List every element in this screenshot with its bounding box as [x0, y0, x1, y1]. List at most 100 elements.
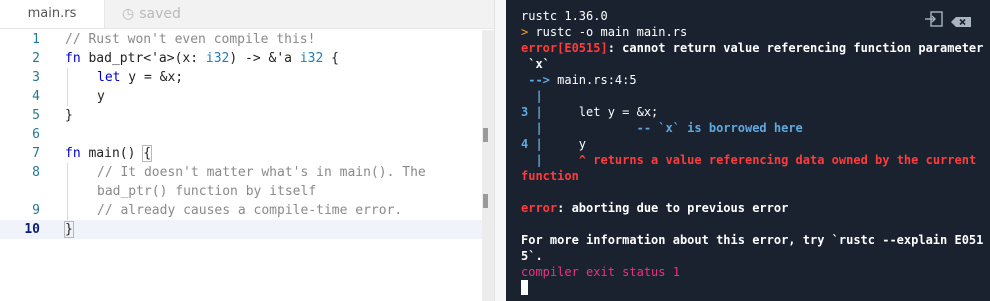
code-token: i32 [299, 51, 324, 66]
exit-icon[interactable] [924, 11, 944, 27]
clear-icon[interactable] [950, 14, 972, 30]
line-number: 7 [32, 146, 40, 161]
terminal-title: rustc 1.36.0 [521, 9, 608, 23]
line-text: bad_ptr() function by itself [97, 182, 316, 201]
terminal-text: --> [521, 73, 558, 87]
terminal-text: main.rs:4:5 [557, 73, 637, 87]
scrollbar-marker [483, 194, 488, 208]
line-number: 3 [32, 70, 40, 85]
pane-resize-handle[interactable] [494, 0, 506, 301]
terminal-line: `x` [521, 56, 550, 72]
line-number: 9 [32, 203, 40, 218]
code-line[interactable]: 9 // already causes a compile-time error. [0, 201, 482, 220]
code-line[interactable]: 1 // Rust won't even compile this! [0, 30, 482, 49]
terminal-line: | [521, 88, 543, 104]
terminal-line: | ^ returns a value referencing data own… [521, 152, 976, 168]
indent-guide [67, 163, 68, 220]
terminal-text: | [521, 121, 543, 135]
code-token: main() [80, 146, 144, 161]
terminal-text: let y = &x; [542, 105, 659, 119]
terminal-line: 4 | y [521, 136, 586, 152]
line-number: 1 [32, 32, 40, 47]
code-editor-pane[interactable]: main.rs ◷ saved 1 // Rust won't even compi… [0, 0, 494, 301]
line-text: fn main() { [65, 144, 153, 163]
line-number: 8 [32, 165, 40, 180]
code-token: fn [65, 146, 81, 161]
line-number: 4 [32, 89, 40, 104]
code-token: } [64, 221, 74, 238]
terminal-text: 4 | [521, 137, 543, 151]
code-line[interactable]: 2 fn bad_ptr<'a>(x: i32) -> &'a i32 { [0, 49, 482, 68]
terminal-line: function [521, 168, 579, 184]
line-text: let y = &x; [97, 68, 183, 87]
line-text: fn bad_ptr<'a>(x: i32) -> &'a i32 { [65, 49, 339, 68]
indent-guide [67, 68, 68, 106]
terminal-text: 5`. [521, 249, 543, 263]
terminal-pane[interactable]: rustc 1.36.0 > rustc -o main main.rs erro… [506, 0, 990, 301]
terminal-text: ^ returns a value referencing data owned… [542, 153, 977, 167]
code-token: bad_ptr<'a>(x: [80, 51, 206, 66]
line-number: 6 [32, 127, 40, 142]
tab-main-rs[interactable]: main.rs [0, 0, 105, 28]
code-token: let [97, 70, 121, 85]
terminal-text: | [521, 89, 543, 103]
clock-icon: ◷ [122, 6, 135, 22]
code-token: y [97, 89, 105, 104]
line-text: // It doesn't matter what's in main(). T… [97, 163, 426, 182]
editor-tab-bar: main.rs ◷ saved [0, 0, 494, 29]
terminal-text: `x` [521, 57, 550, 71]
code-token: ) -> &'a [229, 51, 300, 66]
terminal-text: function [521, 169, 579, 183]
terminal-text: > [521, 25, 536, 39]
terminal-line: compiler exit status 1 [521, 264, 680, 280]
terminal-line: > rustc -o main main.rs [521, 24, 687, 40]
code-token: // Rust won't even compile this! [65, 32, 316, 47]
line-text: // already causes a compile-time error. [97, 201, 402, 220]
terminal-text: | [521, 153, 543, 167]
line-text: y [97, 87, 105, 106]
terminal-text: y [542, 137, 587, 151]
code-line[interactable]: 8 // It doesn't matter what's in main(). … [0, 163, 482, 182]
terminal-text: For more information about this error, t… [521, 233, 984, 247]
code-token: { [323, 51, 339, 66]
terminal-line: error[E0515]: cannot return value refere… [521, 40, 983, 56]
terminal-text: error[E0515] [521, 41, 608, 55]
terminal-text: rustc -o main main.rs [535, 25, 688, 39]
code-line[interactable]: 10} [0, 220, 482, 239]
terminal-line: 5`. [521, 248, 543, 264]
terminal-text: : aborting due to previous error [557, 201, 789, 215]
terminal-line: 3 | let y = &x; [521, 104, 658, 120]
scrollbar-marker [483, 128, 488, 142]
code-line[interactable]: 4y [0, 87, 482, 106]
code-token: bad_ptr() function by itself [97, 184, 317, 199]
saved-label: saved [139, 6, 181, 22]
terminal-line: | -- `x` is borrowed here [521, 120, 803, 136]
code-token: { [142, 145, 153, 162]
code-line[interactable]: bad_ptr() function by itself [0, 182, 482, 201]
code-token: i32 [205, 51, 230, 66]
terminal-line: --> main.rs:4:5 [521, 72, 637, 88]
saved-status: ◷ saved [122, 0, 181, 28]
line-text: } [65, 106, 73, 125]
code-line[interactable]: 6 [0, 125, 482, 144]
code-line[interactable]: 7 fn main() { [0, 144, 482, 163]
code-token: y = &x; [120, 70, 184, 85]
code-line[interactable]: 3 let y = &x; [0, 68, 482, 87]
terminal-cursor [521, 280, 528, 295]
code-area[interactable]: 1 // Rust won't even compile this! 2 fn bad… [0, 30, 482, 239]
editor-scrollbar[interactable] [482, 30, 494, 301]
terminal-text: 3 | [521, 105, 543, 119]
code-token: // It doesn't matter what's in main(). T… [97, 165, 426, 180]
terminal-line: For more information about this error, t… [521, 232, 983, 248]
terminal-text: : cannot return value referencing functi… [607, 41, 984, 55]
code-token: } [65, 108, 73, 123]
line-text: // Rust won't even compile this! [65, 30, 315, 49]
terminal-text: -- `x` is borrowed here [542, 121, 803, 135]
code-token: // already causes a compile-time error. [97, 203, 403, 218]
code-line[interactable]: 5} [0, 106, 482, 125]
terminal-text: compiler exit status 1 [521, 265, 680, 279]
line-number: 10 [24, 222, 40, 237]
line-text: } [64, 220, 74, 239]
code-token: fn [65, 51, 81, 66]
terminal-text: error [521, 201, 558, 215]
